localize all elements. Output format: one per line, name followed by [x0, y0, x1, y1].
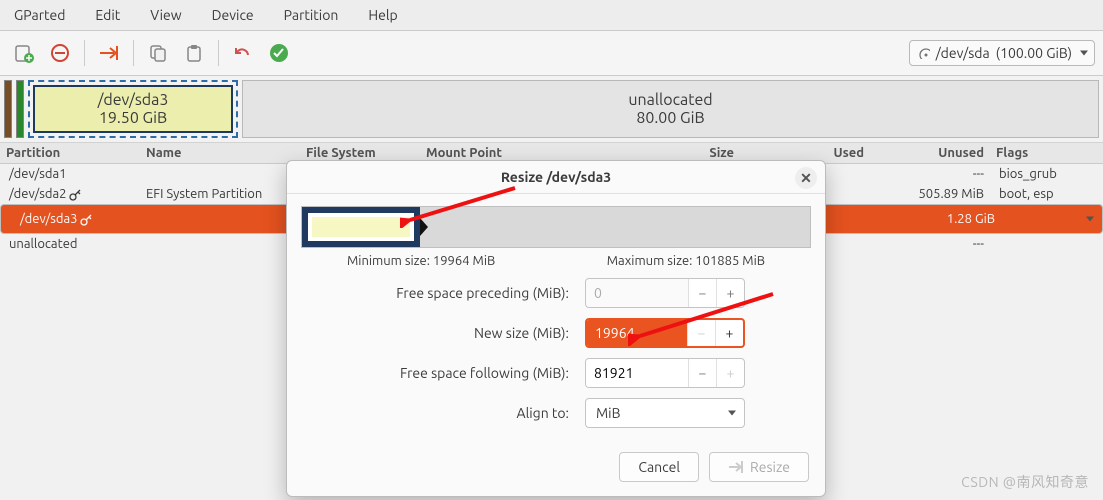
preceding-input[interactable]	[586, 279, 688, 307]
resize-icon	[728, 460, 744, 474]
cancel-button[interactable]: Cancel	[619, 452, 699, 482]
min-size-label: Minimum size: 19964 MiB	[347, 254, 495, 268]
preceding-minus: −	[688, 279, 716, 307]
resize-current-block[interactable]	[302, 207, 420, 247]
resize-visual-band[interactable]	[301, 206, 811, 248]
following-minus[interactable]: −	[688, 359, 716, 387]
preceding-spinbox[interactable]: − +	[585, 278, 745, 308]
close-icon: ✕	[800, 170, 812, 187]
dialog-close-button[interactable]: ✕	[795, 167, 817, 189]
max-size-label: Maximum size: 101885 MiB	[607, 254, 765, 268]
newsize-input[interactable]	[587, 320, 687, 346]
align-label: Align to:	[367, 405, 585, 421]
preceding-plus: +	[716, 279, 744, 307]
following-label: Free space following (MiB):	[367, 365, 585, 381]
watermark: CSDN @南风知奇意	[961, 472, 1089, 492]
align-select[interactable]: MiB	[585, 398, 745, 428]
resize-dialog: Resize /dev/sda3 ✕ Minimum size: 19964 M…	[286, 160, 826, 497]
dialog-title: Resize /dev/sda3	[501, 169, 611, 185]
resize-confirm-button[interactable]: Resize	[709, 452, 809, 482]
following-input[interactable]	[586, 359, 688, 387]
newsize-plus[interactable]: +	[715, 320, 743, 346]
newsize-minus[interactable]: −	[687, 320, 715, 346]
newsize-label: New size (MiB):	[367, 325, 585, 341]
following-plus: +	[716, 359, 744, 387]
resize-handle[interactable]	[420, 207, 430, 247]
preceding-label: Free space preceding (MiB):	[367, 285, 585, 301]
following-spinbox[interactable]: − +	[585, 358, 745, 388]
newsize-spinbox[interactable]: − +	[585, 318, 745, 348]
align-value: MiB	[596, 405, 620, 421]
